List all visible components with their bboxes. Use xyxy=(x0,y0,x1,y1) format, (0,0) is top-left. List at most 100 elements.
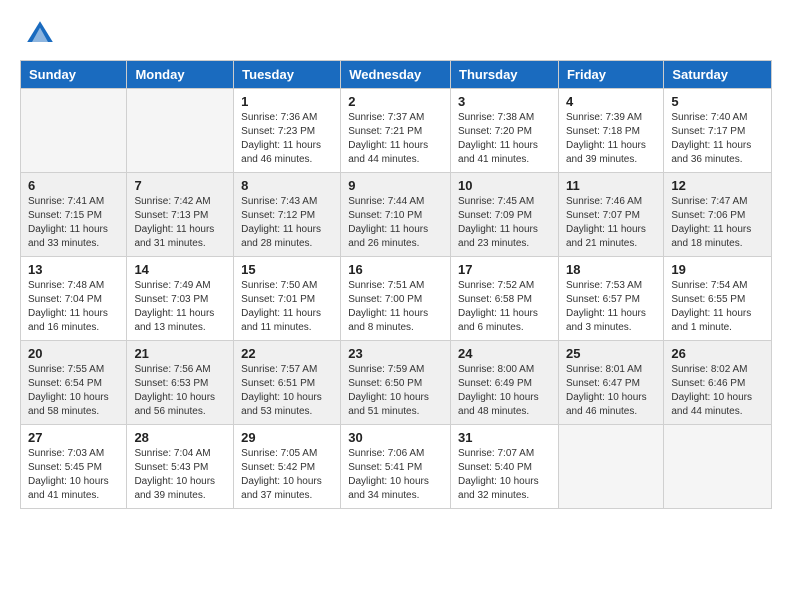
logo xyxy=(24,18,60,50)
calendar-cell: 8 Sunrise: 7:43 AMSunset: 7:12 PMDaylight… xyxy=(234,173,341,257)
calendar-cell: 26Sunrise: 8:02 AMSunset: 6:46 PMDayligh… xyxy=(664,341,772,425)
cell-info: Sunrise: 7:52 AMSunset: 6:58 PMDaylight:… xyxy=(458,279,551,335)
day-number: 18 xyxy=(566,262,656,277)
column-header-monday: Monday xyxy=(127,61,234,89)
cell-info: Sunrise: 7:49 AMSunset: 7:03 PMDaylight:… xyxy=(134,279,226,335)
day-number: 1 xyxy=(241,94,333,109)
day-number: 28 xyxy=(134,430,226,445)
calendar-week-row: 1 Sunrise: 7:36 AMSunset: 7:23 PMDaylight… xyxy=(21,89,772,173)
calendar-week-row: 27Sunrise: 7:03 AMSunset: 5:45 PMDayligh… xyxy=(21,425,772,509)
day-number: 14 xyxy=(134,262,226,277)
day-number: 10 xyxy=(458,178,551,193)
page-header xyxy=(0,0,792,60)
day-number: 22 xyxy=(241,346,333,361)
calendar-cell: 28Sunrise: 7:04 AMSunset: 5:43 PMDayligh… xyxy=(127,425,234,509)
calendar-cell: 2 Sunrise: 7:37 AMSunset: 7:21 PMDaylight… xyxy=(341,89,451,173)
calendar-cell: 5Sunrise: 7:40 AMSunset: 7:17 PMDaylight… xyxy=(664,89,772,173)
calendar-cell: 15 Sunrise: 7:50 AMSunset: 7:01 PMDayligh… xyxy=(234,257,341,341)
cell-info: Sunrise: 7:39 AMSunset: 7:18 PMDaylight:… xyxy=(566,111,656,167)
cell-info: Sunrise: 7:07 AMSunset: 5:40 PMDaylight:… xyxy=(458,447,551,503)
calendar-cell: 6Sunrise: 7:41 AMSunset: 7:15 PMDaylight… xyxy=(21,173,127,257)
day-number: 25 xyxy=(566,346,656,361)
day-number: 15 xyxy=(241,262,333,277)
day-number: 6 xyxy=(28,178,119,193)
day-number: 4 xyxy=(566,94,656,109)
calendar-cell: 18 Sunrise: 7:53 AMSunset: 6:57 PMDayligh… xyxy=(558,257,663,341)
cell-info: Sunrise: 7:50 AMSunset: 7:01 PMDaylight:… xyxy=(241,279,333,335)
day-number: 19 xyxy=(671,262,764,277)
cell-info: Sunrise: 8:01 AMSunset: 6:47 PMDaylight:… xyxy=(566,363,656,419)
calendar-cell: 12 Sunrise: 7:47 AMSunset: 7:06 PMDayligh… xyxy=(664,173,772,257)
calendar-table: SundayMondayTuesdayWednesdayThursdayFrid… xyxy=(20,60,772,509)
day-number: 7 xyxy=(134,178,226,193)
cell-info: Sunrise: 7:43 AMSunset: 7:12 PMDaylight:… xyxy=(241,195,333,251)
cell-info: Sunrise: 7:06 AMSunset: 5:41 PMDaylight:… xyxy=(348,447,443,503)
calendar-cell: 22 Sunrise: 7:57 AMSunset: 6:51 PMDayligh… xyxy=(234,341,341,425)
calendar-cell: 27Sunrise: 7:03 AMSunset: 5:45 PMDayligh… xyxy=(21,425,127,509)
calendar-cell: 14 Sunrise: 7:49 AMSunset: 7:03 PMDayligh… xyxy=(127,257,234,341)
day-number: 31 xyxy=(458,430,551,445)
cell-info: Sunrise: 7:36 AMSunset: 7:23 PMDaylight:… xyxy=(241,111,333,167)
calendar-cell: 3Sunrise: 7:38 AMSunset: 7:20 PMDaylight… xyxy=(451,89,559,173)
calendar-cell xyxy=(664,425,772,509)
calendar-cell: 19 Sunrise: 7:54 AMSunset: 6:55 PMDayligh… xyxy=(664,257,772,341)
calendar-cell: 24 Sunrise: 8:00 AMSunset: 6:49 PMDayligh… xyxy=(451,341,559,425)
calendar-cell: 29 Sunrise: 7:05 AMSunset: 5:42 PMDayligh… xyxy=(234,425,341,509)
cell-info: Sunrise: 7:05 AMSunset: 5:42 PMDaylight:… xyxy=(241,447,333,503)
day-number: 5 xyxy=(671,94,764,109)
calendar-cell: 17 Sunrise: 7:52 AMSunset: 6:58 PMDayligh… xyxy=(451,257,559,341)
logo-icon xyxy=(24,18,56,50)
day-number: 30 xyxy=(348,430,443,445)
cell-info: Sunrise: 7:57 AMSunset: 6:51 PMDaylight:… xyxy=(241,363,333,419)
cell-info: Sunrise: 7:56 AMSunset: 6:53 PMDaylight:… xyxy=(134,363,226,419)
column-header-sunday: Sunday xyxy=(21,61,127,89)
day-number: 8 xyxy=(241,178,333,193)
calendar-week-row: 20Sunrise: 7:55 AMSunset: 6:54 PMDayligh… xyxy=(21,341,772,425)
day-number: 13 xyxy=(28,262,119,277)
cell-info: Sunrise: 7:59 AMSunset: 6:50 PMDaylight:… xyxy=(348,363,443,419)
cell-info: Sunrise: 7:37 AMSunset: 7:21 PMDaylight:… xyxy=(348,111,443,167)
cell-info: Sunrise: 7:44 AMSunset: 7:10 PMDaylight:… xyxy=(348,195,443,251)
cell-info: Sunrise: 8:00 AMSunset: 6:49 PMDaylight:… xyxy=(458,363,551,419)
cell-info: Sunrise: 7:42 AMSunset: 7:13 PMDaylight:… xyxy=(134,195,226,251)
column-header-friday: Friday xyxy=(558,61,663,89)
cell-info: Sunrise: 7:46 AMSunset: 7:07 PMDaylight:… xyxy=(566,195,656,251)
day-number: 2 xyxy=(348,94,443,109)
cell-info: Sunrise: 7:53 AMSunset: 6:57 PMDaylight:… xyxy=(566,279,656,335)
calendar-cell: 4 Sunrise: 7:39 AMSunset: 7:18 PMDaylight… xyxy=(558,89,663,173)
calendar-cell: 1 Sunrise: 7:36 AMSunset: 7:23 PMDaylight… xyxy=(234,89,341,173)
cell-info: Sunrise: 7:38 AMSunset: 7:20 PMDaylight:… xyxy=(458,111,551,167)
calendar-cell: 7 Sunrise: 7:42 AMSunset: 7:13 PMDaylight… xyxy=(127,173,234,257)
cell-info: Sunrise: 7:47 AMSunset: 7:06 PMDaylight:… xyxy=(671,195,764,251)
column-header-wednesday: Wednesday xyxy=(341,61,451,89)
calendar-week-row: 6Sunrise: 7:41 AMSunset: 7:15 PMDaylight… xyxy=(21,173,772,257)
calendar-cell: 21Sunrise: 7:56 AMSunset: 6:53 PMDayligh… xyxy=(127,341,234,425)
column-header-tuesday: Tuesday xyxy=(234,61,341,89)
day-number: 9 xyxy=(348,178,443,193)
cell-info: Sunrise: 7:54 AMSunset: 6:55 PMDaylight:… xyxy=(671,279,764,335)
cell-info: Sunrise: 7:51 AMSunset: 7:00 PMDaylight:… xyxy=(348,279,443,335)
calendar-cell xyxy=(558,425,663,509)
day-number: 29 xyxy=(241,430,333,445)
column-header-saturday: Saturday xyxy=(664,61,772,89)
day-number: 24 xyxy=(458,346,551,361)
day-number: 23 xyxy=(348,346,443,361)
calendar-cell: 20Sunrise: 7:55 AMSunset: 6:54 PMDayligh… xyxy=(21,341,127,425)
calendar-cell: 9 Sunrise: 7:44 AMSunset: 7:10 PMDaylight… xyxy=(341,173,451,257)
cell-info: Sunrise: 7:45 AMSunset: 7:09 PMDaylight:… xyxy=(458,195,551,251)
calendar-cell xyxy=(21,89,127,173)
day-number: 12 xyxy=(671,178,764,193)
calendar-cell: 25 Sunrise: 8:01 AMSunset: 6:47 PMDayligh… xyxy=(558,341,663,425)
cell-info: Sunrise: 7:03 AMSunset: 5:45 PMDaylight:… xyxy=(28,447,119,503)
day-number: 16 xyxy=(348,262,443,277)
day-number: 17 xyxy=(458,262,551,277)
cell-info: Sunrise: 7:55 AMSunset: 6:54 PMDaylight:… xyxy=(28,363,119,419)
calendar-cell: 10 Sunrise: 7:45 AMSunset: 7:09 PMDayligh… xyxy=(451,173,559,257)
calendar-week-row: 13Sunrise: 7:48 AMSunset: 7:04 PMDayligh… xyxy=(21,257,772,341)
day-number: 11 xyxy=(566,178,656,193)
calendar-cell: 30 Sunrise: 7:06 AMSunset: 5:41 PMDayligh… xyxy=(341,425,451,509)
calendar-cell xyxy=(127,89,234,173)
cell-info: Sunrise: 8:02 AMSunset: 6:46 PMDaylight:… xyxy=(671,363,764,419)
calendar-cell: 31 Sunrise: 7:07 AMSunset: 5:40 PMDayligh… xyxy=(451,425,559,509)
calendar-header-row: SundayMondayTuesdayWednesdayThursdayFrid… xyxy=(21,61,772,89)
